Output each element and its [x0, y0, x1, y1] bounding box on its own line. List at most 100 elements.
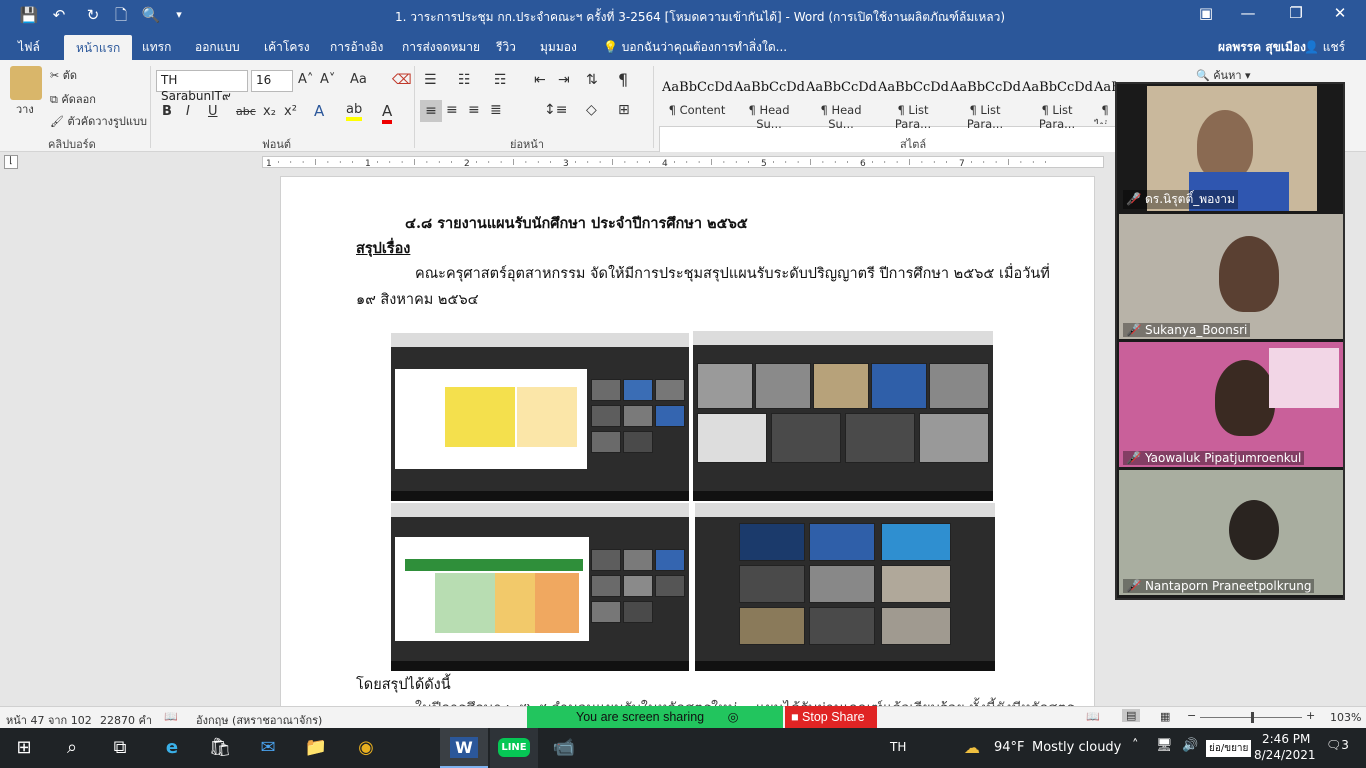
style-head-sub-2[interactable]: AaBbCcDd ¶ Head Su...: [806, 68, 877, 131]
cut-button[interactable]: ✂ ตัด: [50, 66, 77, 84]
tab-view[interactable]: มุมมอง: [540, 38, 577, 57]
save-icon[interactable]: 💾: [16, 5, 42, 25]
superscript-button[interactable]: x²: [284, 104, 297, 119]
tab-review[interactable]: รีวิว: [496, 38, 516, 57]
edge-icon[interactable]: e: [148, 728, 196, 768]
sort-icon[interactable]: ⇅: [586, 72, 598, 88]
close-button[interactable]: ✕: [1320, 4, 1360, 22]
tab-home[interactable]: หน้าแรก: [64, 35, 133, 60]
word-count[interactable]: 22870 คำ: [100, 711, 152, 729]
clock-date[interactable]: 8/24/2021: [1254, 748, 1316, 762]
ribbon-display-options-icon[interactable]: ▣: [1186, 4, 1226, 22]
read-mode-icon[interactable]: 📖: [1086, 710, 1100, 723]
chrome-icon[interactable]: ◉: [342, 728, 390, 768]
tab-insert[interactable]: แทรก: [142, 38, 171, 57]
align-left-icon[interactable]: ≡: [420, 100, 442, 122]
weather-text[interactable]: Mostly cloudy: [1032, 740, 1121, 755]
underline-button[interactable]: U: [208, 104, 218, 119]
customize-toolbar-icon[interactable]: ▾: [166, 5, 192, 25]
task-view-icon[interactable]: ⧉: [96, 728, 144, 768]
minimize-button[interactable]: —: [1228, 4, 1268, 22]
bold-button[interactable]: B: [162, 104, 172, 119]
shrink-font-button[interactable]: A˅: [320, 72, 335, 87]
text-effects-icon[interactable]: A: [314, 102, 324, 120]
borders-icon[interactable]: ⊞: [618, 102, 630, 118]
file-explorer-icon[interactable]: 📁: [292, 728, 340, 768]
font-name-select[interactable]: TH SarabunIT๙: [156, 70, 248, 103]
new-document-icon[interactable]: 🗋: [108, 5, 134, 25]
clear-formatting-icon[interactable]: ⌫: [392, 72, 412, 88]
shading-icon[interactable]: ◇: [586, 102, 597, 118]
stop-share-button[interactable]: ■ Stop Share: [785, 706, 877, 728]
show-marks-icon[interactable]: ¶: [618, 70, 628, 89]
highlight-icon[interactable]: ab: [346, 102, 363, 121]
line-taskbar-icon[interactable]: LINE: [490, 728, 538, 768]
user-name[interactable]: ผลพรรค สุขเมือง: [1218, 38, 1306, 57]
zoom-level[interactable]: 103%: [1330, 711, 1361, 724]
zoom-slider-thumb[interactable]: [1251, 712, 1254, 723]
zoom-out-icon[interactable]: −: [1187, 709, 1196, 722]
tab-references[interactable]: การอ้างอิง: [330, 38, 383, 57]
subscript-button[interactable]: x₂: [263, 104, 276, 119]
italic-button[interactable]: I: [186, 104, 190, 119]
font-size-select[interactable]: 16: [251, 70, 293, 92]
print-layout-icon[interactable]: ▤: [1122, 709, 1141, 722]
weather-icon[interactable]: ☁: [964, 738, 980, 757]
tab-design[interactable]: ออกแบบ: [195, 38, 240, 57]
tab-selector[interactable]: ⌊: [4, 155, 18, 169]
style-head-sub-1[interactable]: AaBbCcDd ¶ Head Su...: [734, 68, 805, 131]
windows-start-icon[interactable]: ⊞: [0, 728, 48, 768]
style-list-para-3[interactable]: AaBbCcDd ¶ List Para...: [1022, 68, 1093, 131]
language-indicator[interactable]: อังกฤษ (สหราชอาณาจักร): [196, 711, 322, 729]
participant-video[interactable]: 🎤̸ Nantaporn Praneetpolkrung: [1119, 470, 1343, 595]
mail-icon[interactable]: ✉: [244, 728, 292, 768]
participant-video[interactable]: 🎤̸ ดร.นิรุตติ์_พองาม: [1119, 86, 1343, 211]
tab-file[interactable]: ไฟล์: [18, 38, 40, 57]
notifications-icon[interactable]: 🗨3: [1326, 738, 1349, 752]
search-icon[interactable]: ⌕: [48, 728, 96, 768]
web-layout-icon[interactable]: ▦: [1160, 710, 1170, 723]
align-right-icon[interactable]: ≡: [468, 102, 480, 118]
ime-indicator[interactable]: ย่อ/ขยาย: [1206, 740, 1252, 757]
paste-label[interactable]: วาง: [16, 100, 34, 118]
decrease-indent-icon[interactable]: ⇤: [534, 72, 546, 88]
justify-icon[interactable]: ≣: [490, 102, 502, 118]
tell-me-box[interactable]: 💡 บอกฉันว่าคุณต้องการทำสิ่งใด...: [603, 38, 787, 57]
copy-button[interactable]: ⧉ คัดลอก: [50, 90, 96, 108]
zoom-in-icon[interactable]: +: [1306, 709, 1315, 722]
page-count[interactable]: หน้า 47 จาก 102: [6, 711, 92, 729]
zoom-taskbar-icon[interactable]: 📹: [540, 728, 588, 768]
document-page[interactable]: ๔.๘ รายงานแผนรับนักศึกษา ประจำปีการศึกษา…: [280, 176, 1095, 717]
print-preview-icon[interactable]: 🔍: [138, 5, 164, 25]
strikethrough-button[interactable]: abc: [236, 105, 256, 118]
participant-video[interactable]: 🎤̸ Sukanya_Boonsri: [1119, 214, 1343, 339]
change-case-button[interactable]: Aa: [350, 72, 367, 87]
store-icon[interactable]: 🛍: [196, 728, 244, 768]
undo-icon[interactable]: ↶: [46, 5, 72, 25]
paste-icon[interactable]: [10, 66, 42, 100]
style-list-para-2[interactable]: AaBbCcDd ¶ List Para...: [950, 68, 1021, 131]
show-hidden-icons[interactable]: ˄: [1132, 738, 1139, 753]
increase-indent-icon[interactable]: ⇥: [558, 72, 570, 88]
align-center-icon[interactable]: ≡: [446, 102, 458, 118]
weather-temp[interactable]: 94°F: [994, 740, 1025, 755]
style-list-para-1[interactable]: AaBbCcDd ¶ List Para...: [878, 68, 949, 131]
proofing-icon[interactable]: 📖: [164, 710, 178, 723]
participant-video[interactable]: 🎤̸ Yaowaluk Pipatjumroenkul: [1119, 342, 1343, 467]
input-language[interactable]: TH: [890, 740, 906, 754]
clock-time[interactable]: 2:46 PM: [1262, 732, 1310, 746]
style-no-spacing[interactable]: AaBbCcD¶ ไม่...: [1094, 68, 1116, 124]
numbering-icon[interactable]: ☷: [458, 72, 471, 88]
line-spacing-icon[interactable]: ↕≡: [544, 102, 567, 118]
tab-mailings[interactable]: การส่งจดหมาย: [402, 38, 480, 57]
restore-button[interactable]: ❐: [1276, 4, 1316, 22]
word-taskbar-icon[interactable]: W: [440, 728, 488, 768]
format-painter-button[interactable]: 🖌 ตัวคัดวางรูปแบบ: [50, 112, 147, 130]
font-color-icon[interactable]: A: [382, 102, 393, 124]
grow-font-button[interactable]: A˄: [298, 72, 313, 87]
style-content[interactable]: AaBbCcDd ¶ Content: [662, 68, 733, 124]
volume-icon[interactable]: 🔊: [1182, 738, 1198, 753]
redo-icon[interactable]: ↻: [80, 5, 106, 25]
bullets-icon[interactable]: ☰: [424, 72, 437, 88]
share-button[interactable]: 👤 แชร์: [1304, 38, 1345, 57]
